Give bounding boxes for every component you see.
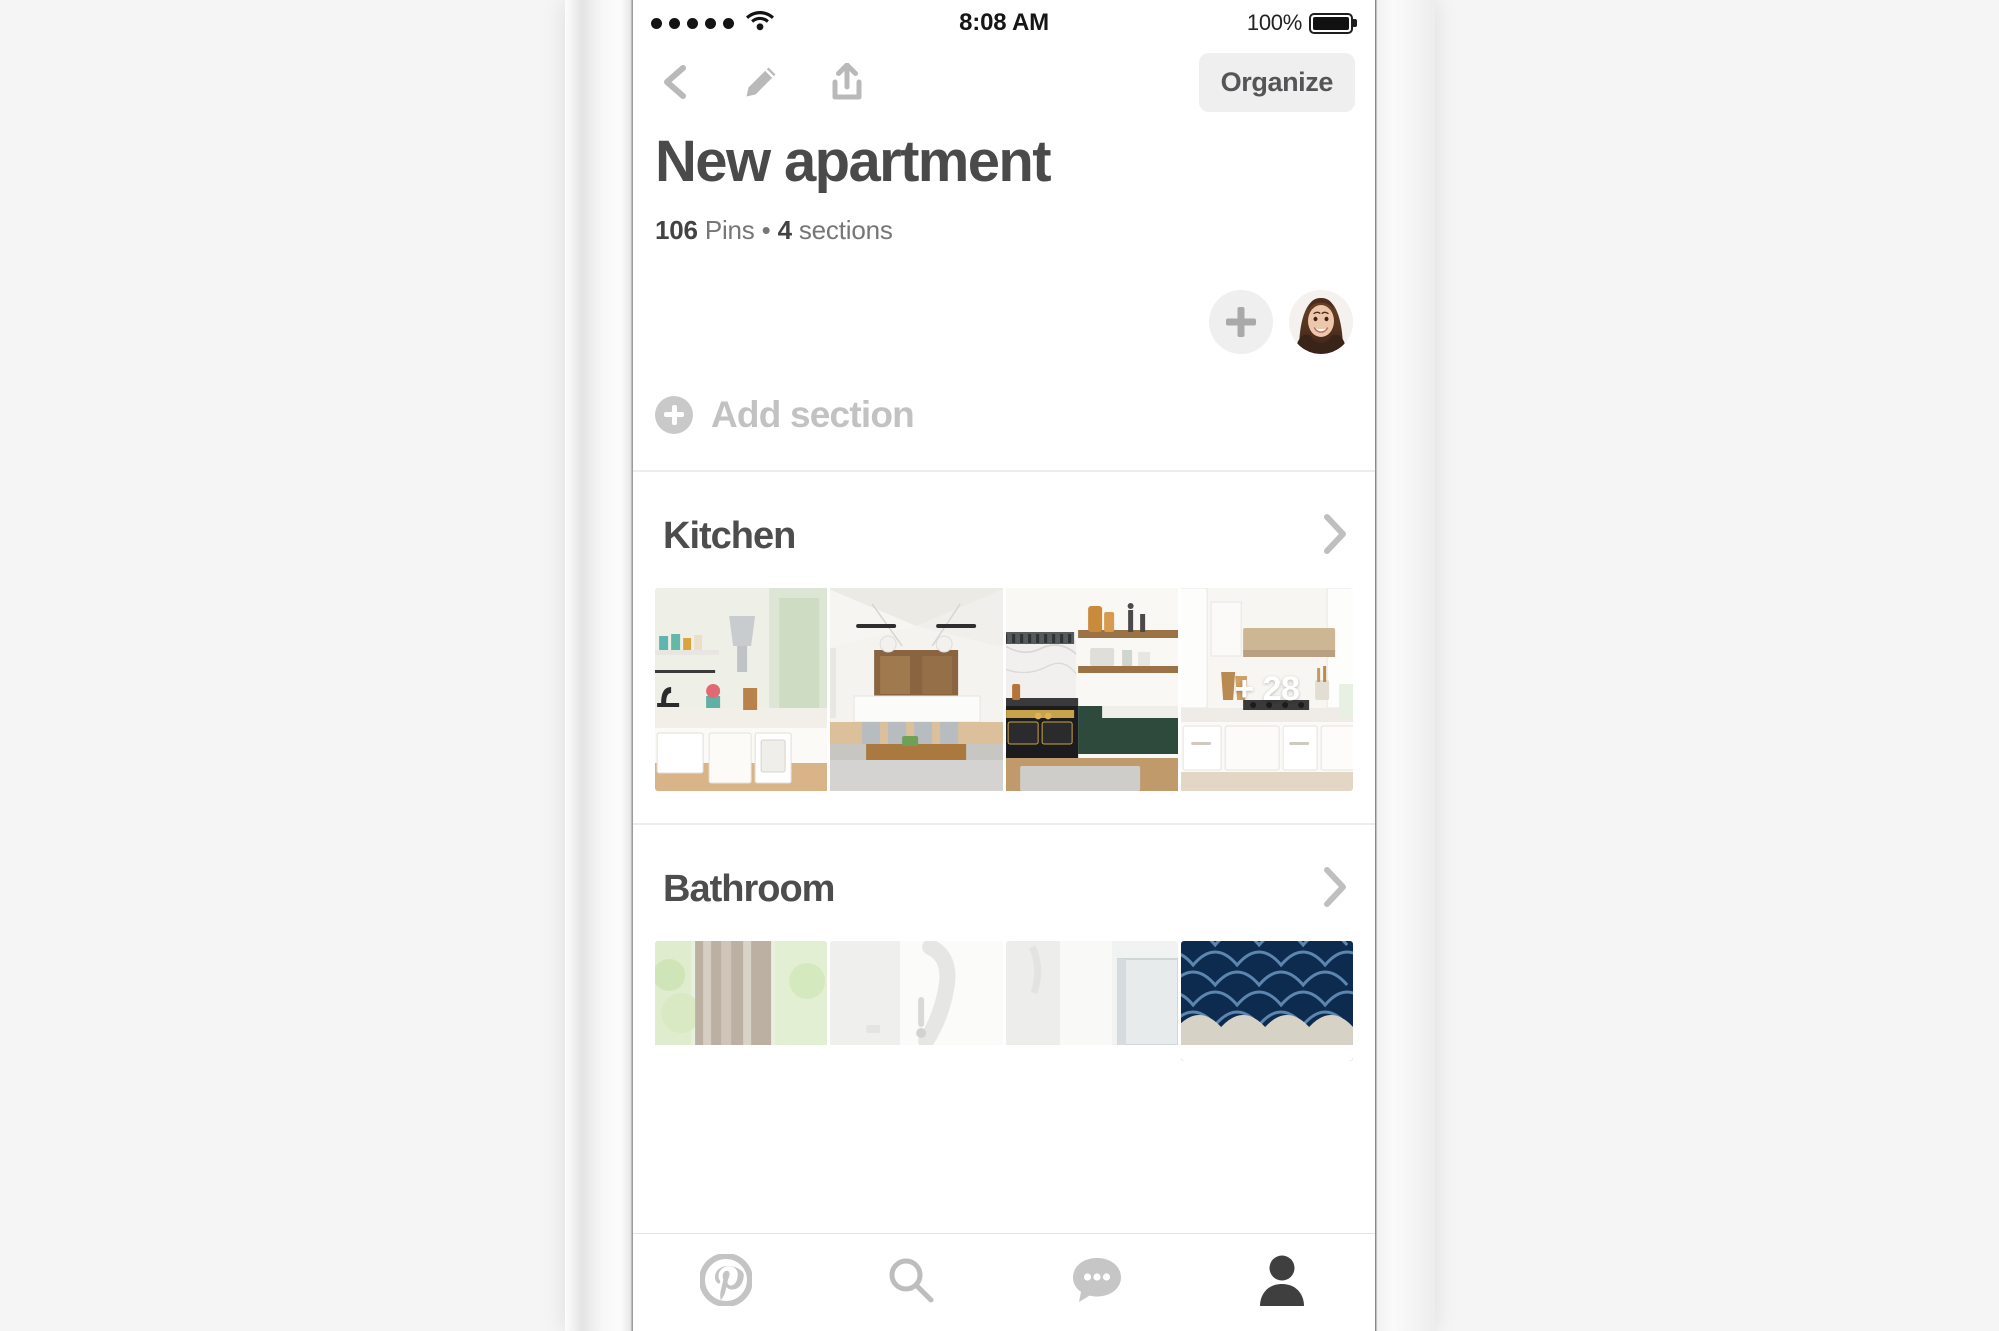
phone-bezel-right [1375,0,1435,1331]
pinterest-logo-icon [698,1253,753,1311]
board-toolbar: Organize [633,46,1375,118]
chevron-right-icon[interactable] [1321,512,1349,561]
tab-messages[interactable] [1004,1234,1190,1331]
board-meta: 106 Pins • 4 sections [655,215,1353,246]
section-thumbnails-bathroom [633,925,1375,1061]
thumbnail[interactable] [655,940,828,1061]
thumbnail[interactable] [655,587,828,791]
section-title: Kitchen [663,515,796,558]
collaborators-row [633,246,1375,354]
pins-word: Pins [704,214,755,245]
thumbnail-overlay-count: + 28 [1234,669,1300,708]
board-header: New apartment 106 Pins • 4 sections [633,118,1375,246]
share-upload-icon[interactable] [827,62,867,102]
thumbnail[interactable] [1005,587,1178,791]
search-icon [886,1255,936,1310]
thumbnail[interactable] [830,940,1003,1061]
chevron-left-icon[interactable] [655,62,695,102]
add-collaborator-button[interactable] [1209,289,1273,354]
add-section-button[interactable]: Add section [633,354,1375,470]
bottom-tab-bar [633,1233,1375,1331]
meta-separator: • [761,214,771,245]
organize-button[interactable]: Organize [1198,52,1355,112]
chevron-right-icon[interactable] [1321,865,1349,914]
sections-count: 4 [777,214,792,245]
thumbnail[interactable] [1180,940,1353,1061]
person-icon [1258,1254,1306,1311]
board-section-kitchen: Kitchen + 28 [633,472,1375,791]
status-bar: 8:08 AM 100% [633,0,1375,46]
board-section-bathroom: Bathroom [633,825,1375,1061]
section-header-kitchen[interactable]: Kitchen [633,502,1375,572]
sections-word: sections [798,214,893,245]
tab-profile[interactable] [1190,1234,1376,1331]
pencil-icon[interactable] [741,62,781,102]
pins-count: 106 [655,214,698,245]
status-bar-clock: 8:08 AM [959,9,1049,36]
screenshot-stage: 8:08 AM 100% Organize New apartment 106 … [0,0,1999,1331]
battery-full-icon [1309,12,1357,34]
board-title: New apartment [655,129,1052,194]
thumbnail[interactable] [830,587,1003,791]
tab-search[interactable] [819,1234,1005,1331]
phone-device: 8:08 AM 100% Organize New apartment 106 … [565,0,1435,1331]
thumbnail[interactable]: + 28 [1180,587,1353,791]
chat-bubble-icon [1070,1255,1124,1310]
tab-home[interactable] [633,1234,819,1331]
plus-circle-icon [655,395,693,434]
user-avatar[interactable] [1289,289,1353,354]
section-header-bathroom[interactable]: Bathroom [633,855,1375,925]
add-section-label: Add section [711,393,915,435]
section-thumbnails-kitchen: + 28 [633,572,1375,791]
thumbnail[interactable] [1005,940,1178,1061]
phone-screen: 8:08 AM 100% Organize New apartment 106 … [633,0,1375,1331]
phone-bezel-left [565,0,633,1331]
section-title: Bathroom [663,868,835,911]
